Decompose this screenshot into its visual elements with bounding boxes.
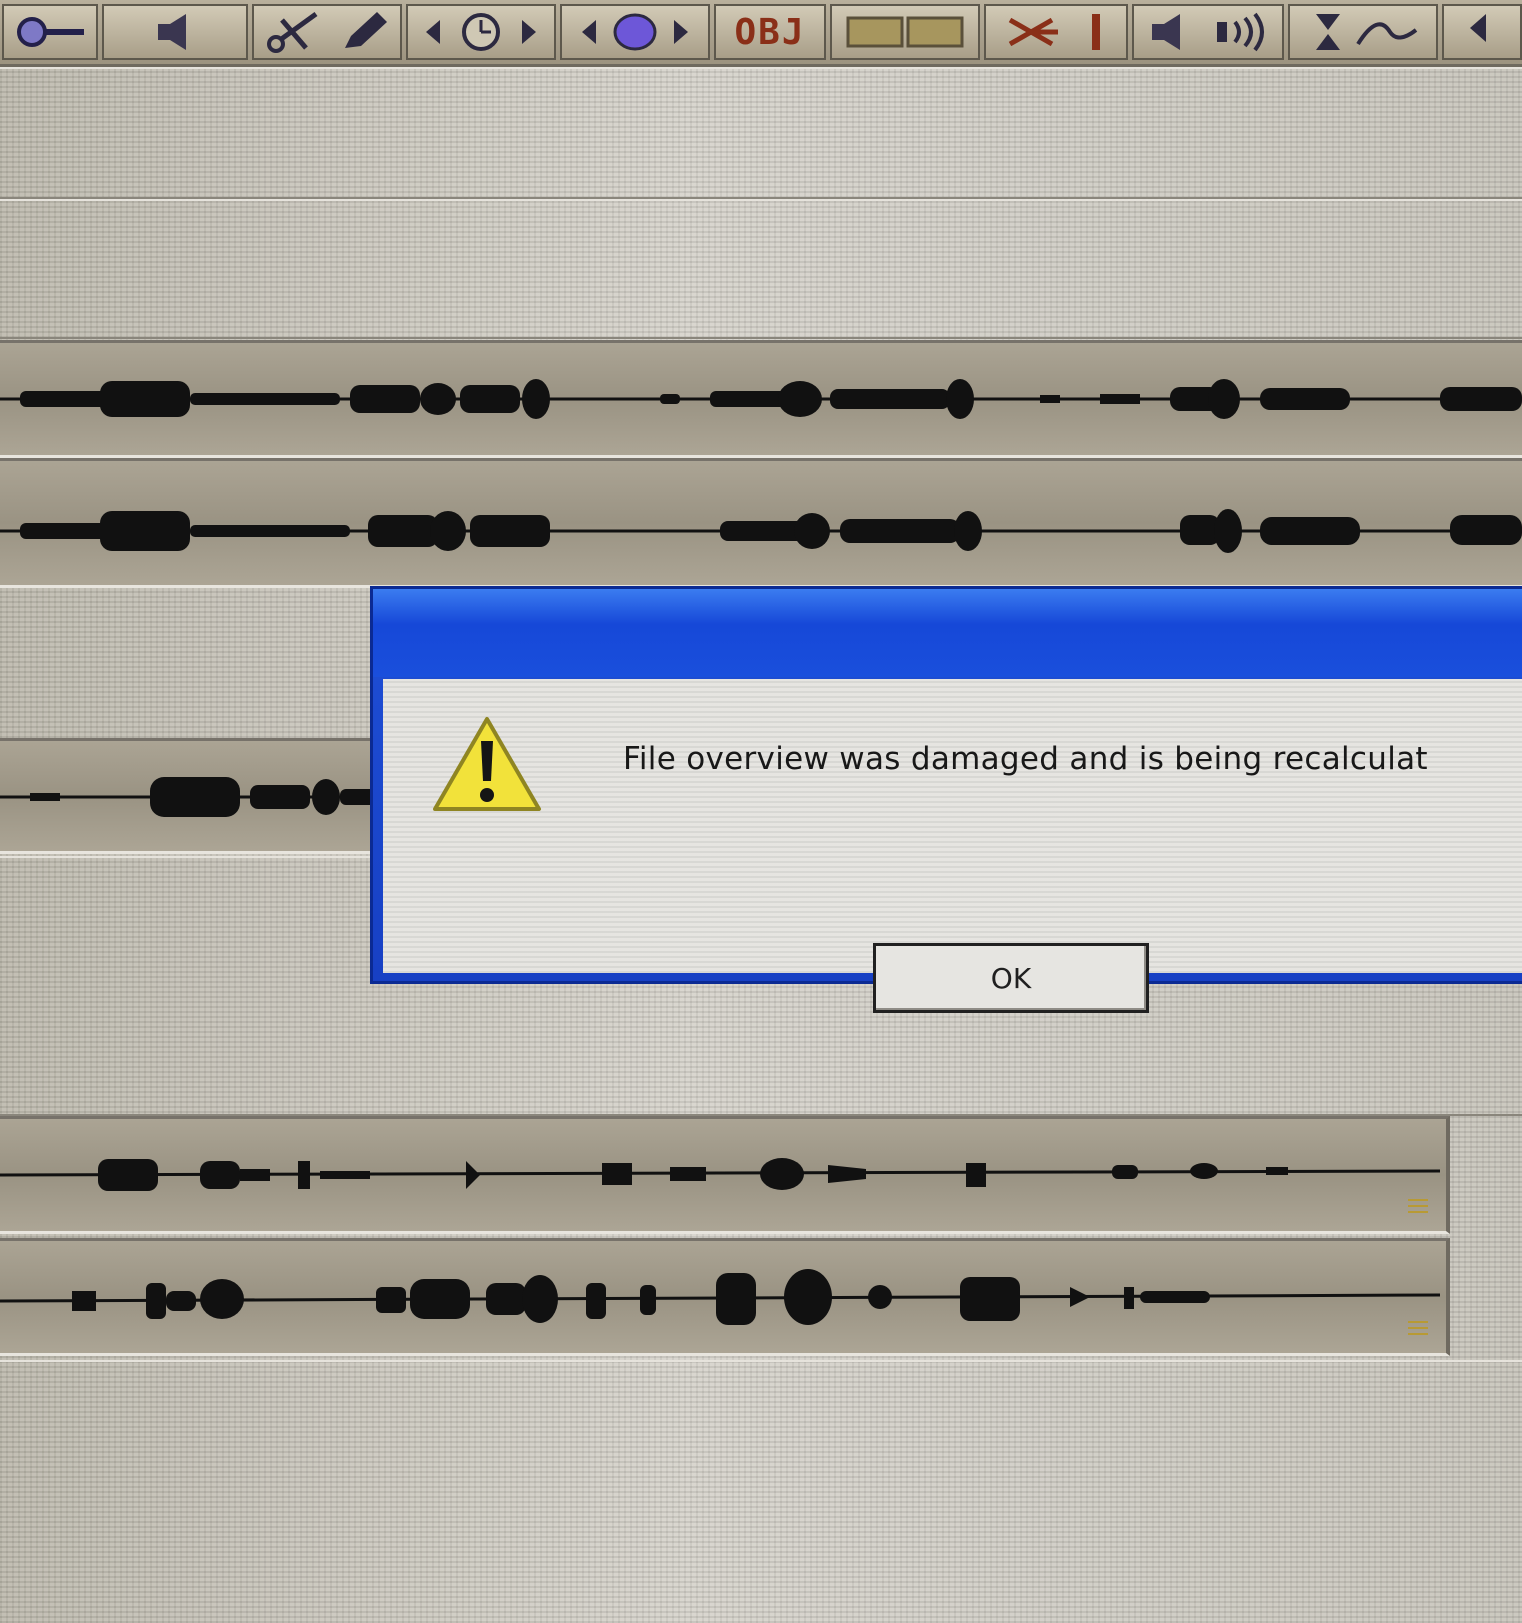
warning-icon [433, 717, 541, 811]
scissors-icon [266, 11, 317, 53]
empty-track-area [0, 1360, 1522, 1623]
obj-button[interactable]: OBJ [714, 4, 826, 60]
dialog-body: File overview was damaged and is being r… [383, 679, 1522, 1013]
speaker-icon [1151, 14, 1180, 50]
dialog-message: File overview was damaged and is being r… [623, 741, 1428, 777]
region-icon [846, 16, 964, 48]
empty-track-area [0, 199, 1522, 339]
chevron-up-icon [1470, 14, 1486, 42]
zoom-icon [17, 17, 84, 47]
empty-track-area [0, 67, 1522, 199]
effect-tool[interactable] [984, 4, 1128, 60]
fade-tool[interactable] [1288, 4, 1438, 60]
scrub-tool[interactable] [560, 4, 710, 60]
clock-icon [426, 13, 536, 51]
ok-button[interactable]: OK [873, 943, 1149, 1013]
editor-screen: OBJ File overview was damaged and is bei… [0, 0, 1522, 1623]
audio-track[interactable] [0, 340, 1522, 458]
waveform [0, 1158, 1441, 1191]
audio-wave-icon [1216, 12, 1264, 52]
scrub-icon [582, 13, 688, 51]
waveform [0, 509, 1522, 553]
dialog-titlebar[interactable] [373, 589, 1522, 677]
region-tool[interactable] [830, 4, 980, 60]
resize-grip[interactable] [1408, 1321, 1428, 1335]
pencil-icon [344, 12, 387, 48]
edit-tools[interactable] [252, 4, 402, 60]
audio-tools[interactable] [1132, 4, 1284, 60]
speaker-icon [158, 14, 186, 50]
zoom-tool[interactable] [2, 4, 98, 60]
obj-label: OBJ [734, 11, 806, 53]
time-tool[interactable] [406, 4, 556, 60]
fade-icon [1316, 14, 1418, 50]
more-tools[interactable] [1442, 4, 1522, 60]
audio-track[interactable] [0, 1238, 1450, 1356]
bug-icon [1008, 14, 1100, 50]
waveform [0, 1269, 1441, 1325]
audio-track[interactable] [0, 458, 1522, 588]
warning-dialog: File overview was damaged and is being r… [370, 586, 1522, 1013]
waveform [0, 379, 1522, 419]
audio-track[interactable] [0, 1116, 1450, 1234]
resize-grip[interactable] [1408, 1199, 1428, 1213]
toolbar: OBJ [0, 0, 1522, 67]
speaker-tool[interactable] [102, 4, 248, 60]
